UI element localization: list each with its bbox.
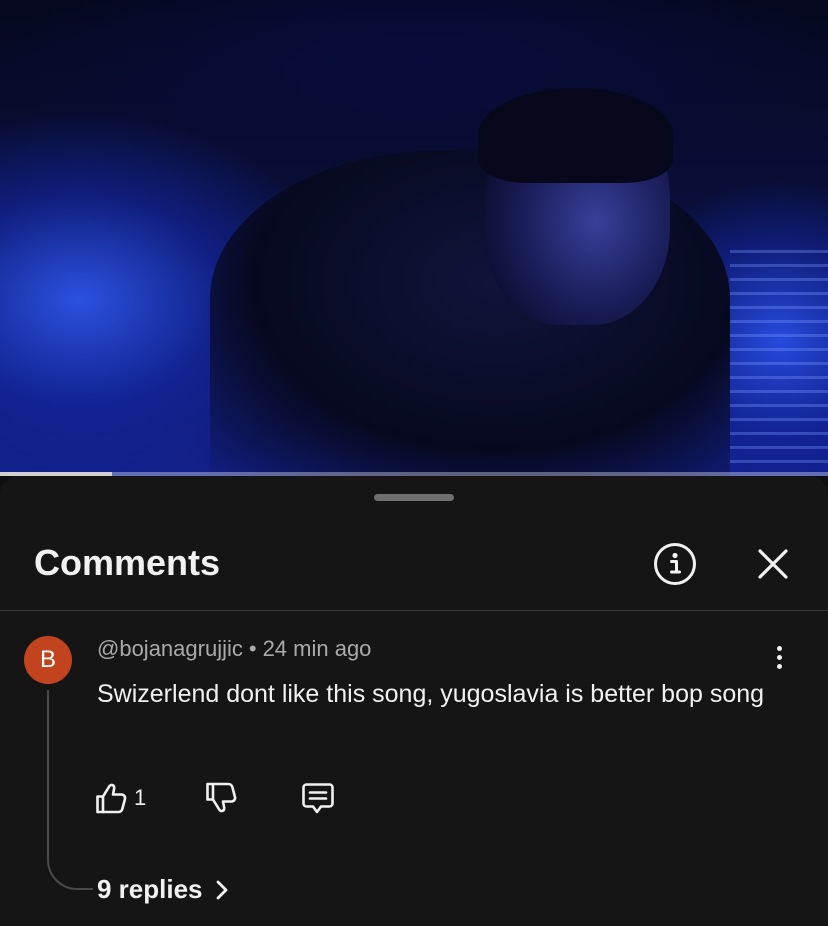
more-vert-icon-dot bbox=[776, 654, 782, 660]
like-button[interactable]: 1 bbox=[94, 778, 146, 818]
comment-actions: 1 bbox=[94, 778, 336, 818]
more-vert-icon bbox=[776, 645, 782, 651]
comment-text: Swizerlend dont like this song, yugoslav… bbox=[97, 680, 765, 708]
thumbs-down-icon bbox=[206, 782, 237, 813]
close-icon bbox=[758, 549, 788, 579]
more-vert-icon-dot bbox=[776, 663, 782, 669]
comment-time: 24 min ago bbox=[262, 636, 372, 661]
more-options-button[interactable] bbox=[764, 642, 794, 672]
thread-line bbox=[47, 690, 93, 890]
video-performer-hair bbox=[478, 88, 673, 183]
comments-sheet: Comments B @bojanagrujjic • 24 min ago Swi… bbox=[0, 476, 828, 926]
drag-handle[interactable] bbox=[374, 494, 454, 501]
replies-label: 9 replies bbox=[97, 874, 203, 904]
view-replies-button[interactable]: 9 replies bbox=[97, 874, 229, 905]
info-button[interactable] bbox=[650, 539, 700, 589]
chevron-right-icon bbox=[216, 880, 227, 899]
video-player[interactable] bbox=[0, 0, 828, 476]
reply-comment-icon bbox=[302, 783, 335, 814]
meta-separator: • bbox=[248, 636, 257, 661]
video-stage-lights bbox=[730, 250, 828, 470]
divider bbox=[0, 610, 828, 611]
thumbs-up-icon bbox=[96, 783, 127, 814]
comment-author[interactable]: @bojanagrujjic bbox=[97, 636, 243, 661]
close-button[interactable] bbox=[748, 539, 798, 589]
sheet-title: Comments bbox=[34, 542, 221, 583]
comment-meta: @bojanagrujjic • 24 min ago bbox=[97, 636, 371, 662]
avatar[interactable]: B bbox=[24, 636, 72, 684]
avatar-letter: B bbox=[39, 646, 56, 673]
info-icon bbox=[654, 543, 696, 585]
like-count: 1 bbox=[134, 785, 147, 810]
reply-button[interactable] bbox=[300, 778, 336, 818]
dislike-button[interactable] bbox=[204, 778, 238, 818]
